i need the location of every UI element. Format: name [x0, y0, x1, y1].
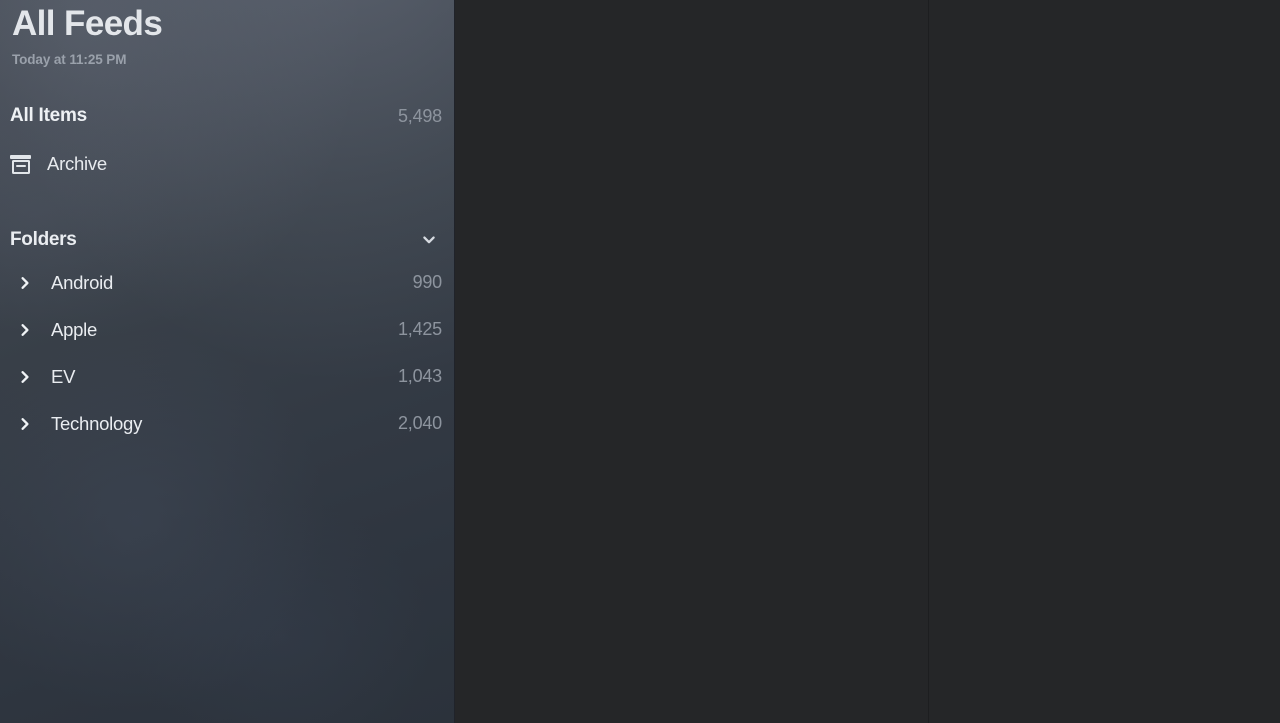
archive-label: Archive [47, 153, 107, 174]
rss-reader-window: All Feeds Today at 11:25 PM All Items 5,… [0, 0, 1280, 723]
folder-label: Android [51, 271, 114, 293]
folder-count: 990 [412, 272, 443, 292]
archive-icon [10, 154, 31, 174]
sidebar: All Feeds Today at 11:25 PM All Items 5,… [0, 0, 455, 723]
chevron-right-icon[interactable] [13, 412, 37, 436]
sidebar-item-technology[interactable]: Technology 2,040 [0, 400, 454, 447]
article-list-pane[interactable] [455, 0, 929, 723]
folder-count: 2,040 [397, 413, 442, 433]
folder-label: Technology [51, 412, 143, 434]
folders-collapse-button[interactable] [418, 229, 440, 251]
sidebar-item-apple[interactable]: Apple 1,425 [0, 306, 454, 353]
chevron-right-icon[interactable] [13, 271, 37, 295]
chevron-down-icon [423, 236, 435, 244]
folder-label: EV [51, 365, 76, 387]
folder-count: 1,043 [397, 366, 442, 386]
last-updated-timestamp: Today at 11:25 PM [12, 52, 127, 67]
folders-section-header[interactable]: Folders [0, 221, 454, 259]
page-title: All Feeds [12, 4, 163, 43]
folder-label: Apple [51, 318, 98, 340]
sidebar-item-android[interactable]: Android 990 [0, 259, 454, 306]
all-items-count: 5,498 [397, 105, 442, 126]
chevron-right-icon[interactable] [13, 365, 37, 389]
sidebar-item-ev[interactable]: EV 1,043 [0, 353, 454, 400]
sidebar-item-all-items[interactable]: All Items 5,498 [0, 96, 454, 136]
folder-count: 1,425 [397, 319, 442, 339]
chevron-right-icon[interactable] [13, 318, 37, 342]
article-detail-pane[interactable] [929, 0, 1280, 723]
folders-section-title: Folders [10, 229, 77, 250]
sidebar-item-archive[interactable]: Archive [0, 144, 454, 184]
sidebar-header: All Feeds Today at 11:25 PM [0, 0, 454, 67]
all-items-label: All Items [10, 105, 87, 126]
